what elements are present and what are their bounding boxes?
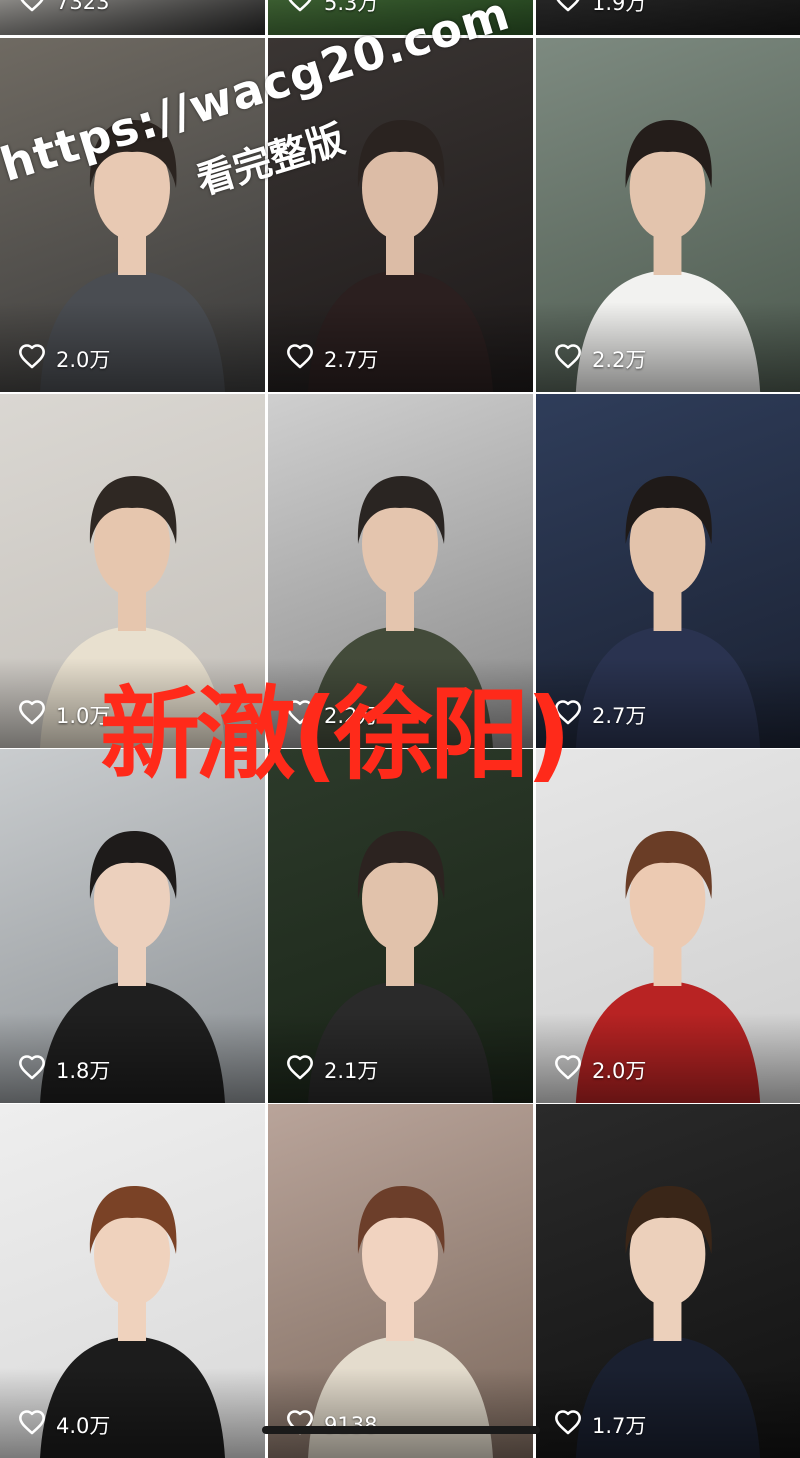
like-count-text: 1.8万 <box>56 1058 111 1083</box>
heart-outline-icon <box>554 1409 592 1440</box>
video-thumbnail[interactable]: 2.7万 <box>536 394 800 748</box>
video-thumbnail[interactable]: 1.0万 <box>0 394 265 748</box>
like-count: 1.8万 <box>18 1054 110 1085</box>
like-count: 7323 <box>18 0 109 17</box>
video-thumbnail[interactable]: 2.7万 <box>268 38 533 392</box>
home-indicator[interactable] <box>262 1426 540 1434</box>
heart-outline-icon <box>18 1409 56 1440</box>
video-grid: 7323 5.3万 1.9万 2.0万 2.7万 2.2万 1.0万 2.2万 2.7万 1.8万… <box>0 0 800 1458</box>
like-count: 5.3万 <box>286 0 378 17</box>
video-thumbnail[interactable]: 2.0万 <box>536 749 800 1103</box>
heart-outline-icon <box>554 1054 592 1085</box>
like-count: 2.7万 <box>286 343 378 374</box>
heart-outline-icon <box>554 699 592 730</box>
heart-outline-icon <box>286 1054 324 1085</box>
video-thumbnail[interactable]: 7323 <box>0 0 265 35</box>
like-count-text: 2.7万 <box>324 347 379 372</box>
like-count: 2.2万 <box>286 699 378 730</box>
video-thumbnail[interactable]: 2.1万 <box>268 749 533 1103</box>
heart-outline-icon <box>18 0 56 17</box>
video-thumbnail[interactable]: 2.2万 <box>268 394 533 748</box>
heart-outline-icon <box>286 0 324 17</box>
like-count-text: 2.0万 <box>56 347 111 372</box>
like-count-text: 1.0万 <box>56 703 111 728</box>
heart-outline-icon <box>18 1054 56 1085</box>
like-count: 2.0万 <box>18 343 110 374</box>
like-count: 2.1万 <box>286 1054 378 1085</box>
video-thumbnail[interactable]: 4.0万 <box>0 1104 265 1458</box>
like-count-text: 5.3万 <box>324 0 379 15</box>
video-thumbnail[interactable]: 1.7万 <box>536 1104 800 1458</box>
like-count-text: 7323 <box>56 0 110 14</box>
like-count-text: 1.9万 <box>592 0 647 15</box>
like-count: 1.7万 <box>554 1409 646 1440</box>
like-count-text: 4.0万 <box>56 1413 111 1438</box>
heart-outline-icon <box>18 343 56 374</box>
video-thumbnail[interactable]: 2.2万 <box>536 38 800 392</box>
like-count: 4.0万 <box>18 1409 110 1440</box>
like-count-text: 2.7万 <box>592 703 647 728</box>
like-count: 1.0万 <box>18 699 110 730</box>
like-count-text: 2.2万 <box>324 703 379 728</box>
video-thumbnail[interactable]: 9138 <box>268 1104 533 1458</box>
like-count: 2.7万 <box>554 699 646 730</box>
video-thumbnail[interactable]: 1.8万 <box>0 749 265 1103</box>
like-count: 9138 <box>286 1409 377 1440</box>
heart-outline-icon <box>286 343 324 374</box>
like-count-text: 2.1万 <box>324 1058 379 1083</box>
video-thumbnail[interactable]: 1.9万 <box>536 0 800 35</box>
video-thumbnail[interactable]: 2.0万 <box>0 38 265 392</box>
like-count: 1.9万 <box>554 0 646 17</box>
like-count: 2.2万 <box>554 343 646 374</box>
heart-outline-icon <box>554 343 592 374</box>
heart-outline-icon <box>554 0 592 17</box>
like-count: 2.0万 <box>554 1054 646 1085</box>
heart-outline-icon <box>286 699 324 730</box>
heart-outline-icon <box>286 1409 324 1440</box>
video-thumbnail[interactable]: 5.3万 <box>268 0 533 35</box>
like-count-text: 1.7万 <box>592 1413 647 1438</box>
like-count-text: 2.2万 <box>592 347 647 372</box>
heart-outline-icon <box>18 699 56 730</box>
like-count-text: 2.0万 <box>592 1058 647 1083</box>
